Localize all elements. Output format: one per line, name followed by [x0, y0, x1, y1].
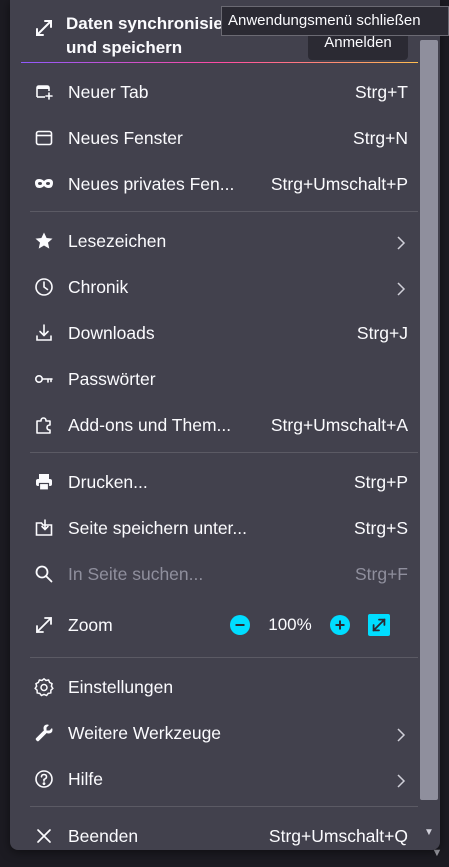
save-page-icon [34, 518, 54, 538]
menu-item-bookmarks[interactable]: Lesezeichen [20, 218, 418, 264]
menu-item-label: Seite speichern unter... [68, 517, 247, 538]
menu-item-more-tools[interactable]: Weitere Werkzeuge [20, 710, 418, 756]
menu-item-new-tab[interactable]: Neuer Tab Strg+T [20, 69, 418, 115]
menu-item-find-in-page: In Seite suchen... Strg+F [20, 551, 418, 597]
menu-item-shortcut: Strg+Umschalt+A [270, 414, 408, 435]
clock-icon [34, 277, 54, 297]
menu-divider [30, 211, 418, 212]
menu-item-label: Neues privates Fen... [68, 173, 235, 194]
close-icon [34, 826, 54, 846]
menu-item-history[interactable]: Chronik [20, 264, 418, 310]
menu-item-label: Passwörter [68, 368, 156, 389]
zoom-out-button[interactable] [230, 615, 250, 635]
menu-item-passwords[interactable]: Passwörter [20, 356, 418, 402]
menu-item-downloads[interactable]: Downloads Strg+J [20, 310, 418, 356]
chevron-right-icon [394, 726, 408, 742]
download-icon [34, 323, 54, 343]
menu-item-label: Lesezeichen [68, 230, 167, 251]
printer-icon [34, 472, 54, 492]
menu-item-shortcut: Strg+F [354, 563, 408, 584]
menu-item-shortcut: Strg+N [353, 127, 408, 148]
puzzle-piece-icon [34, 415, 54, 435]
app-menu-panel: ▼ Daten synchronisieren und speichern An… [10, 0, 440, 850]
sync-title-line-2: und speichern [66, 38, 183, 57]
chevron-right-icon [394, 234, 408, 250]
menu-scrollbar[interactable] [420, 40, 438, 800]
menu-item-help[interactable]: Hilfe [20, 756, 418, 802]
menu-item-shortcut: Strg+Umschalt+P [270, 173, 408, 194]
menu-item-label: Weitere Werkzeuge [68, 722, 222, 743]
chevron-right-icon [394, 772, 408, 788]
search-icon [34, 564, 54, 584]
star-icon [34, 231, 54, 251]
fullscreen-button[interactable] [368, 614, 390, 636]
menu-item-shortcut: Strg+Umschalt+Q [268, 825, 408, 846]
menu-item-label: Downloads [68, 322, 155, 343]
menu-item-shortcut: Strg+S [354, 517, 408, 538]
key-icon [34, 369, 54, 389]
sync-divider [21, 62, 418, 63]
menu-item-label: In Seite suchen... [68, 563, 204, 584]
menu-item-save-page[interactable]: Seite speichern unter... Strg+S [20, 505, 418, 551]
menu-item-shortcut: Strg+T [354, 81, 408, 102]
menu-divider [30, 657, 418, 658]
menu-item-label: Einstellungen [68, 676, 174, 697]
new-tab-icon [34, 82, 54, 102]
menu-scroll-down-arrow[interactable]: ▼ [422, 826, 436, 840]
menu-divider [30, 452, 418, 453]
menu-item-label: Drucken... [68, 471, 148, 492]
menu-divider [30, 806, 418, 807]
expand-arrows-icon [34, 615, 54, 635]
menu-item-label: Chronik [68, 276, 129, 297]
menu-item-shortcut: Strg+J [356, 322, 408, 343]
menu-item-print[interactable]: Drucken... Strg+P [20, 459, 418, 505]
menu-item-label: Add-ons und Them... [68, 414, 232, 435]
zoom-controls: 100% [230, 602, 390, 648]
close-menu-tooltip: Anwendungsmenü schließen [221, 6, 449, 36]
window-icon [34, 128, 54, 148]
menu-item-label: Neues Fenster [68, 127, 183, 148]
expand-arrows-icon [34, 18, 54, 38]
menu-item-quit[interactable]: Beenden Strg+Umschalt+Q [20, 813, 418, 850]
zoom-in-button[interactable] [330, 615, 350, 635]
menu-item-zoom: Zoom 100% [20, 602, 418, 648]
zoom-level[interactable]: 100% [250, 615, 330, 635]
menu-item-addons-themes[interactable]: Add-ons und Them... Strg+Umschalt+A [20, 402, 418, 448]
menu-item-label: Beenden [68, 825, 139, 846]
menu-item-settings[interactable]: Einstellungen [20, 664, 418, 710]
menu-item-shortcut: Strg+P [354, 471, 408, 492]
help-icon [34, 769, 54, 789]
menu-item-new-private-window[interactable]: Neues privates Fen... Strg+Umschalt+P [20, 161, 418, 207]
menu-item-new-window[interactable]: Neues Fenster Strg+N [20, 115, 418, 161]
private-mask-icon [34, 174, 54, 194]
gear-icon [34, 677, 54, 697]
chevron-right-icon [394, 280, 408, 296]
menu-item-label: Neuer Tab [68, 81, 149, 102]
wrench-icon [34, 723, 54, 743]
menu-item-label: Hilfe [68, 768, 104, 789]
